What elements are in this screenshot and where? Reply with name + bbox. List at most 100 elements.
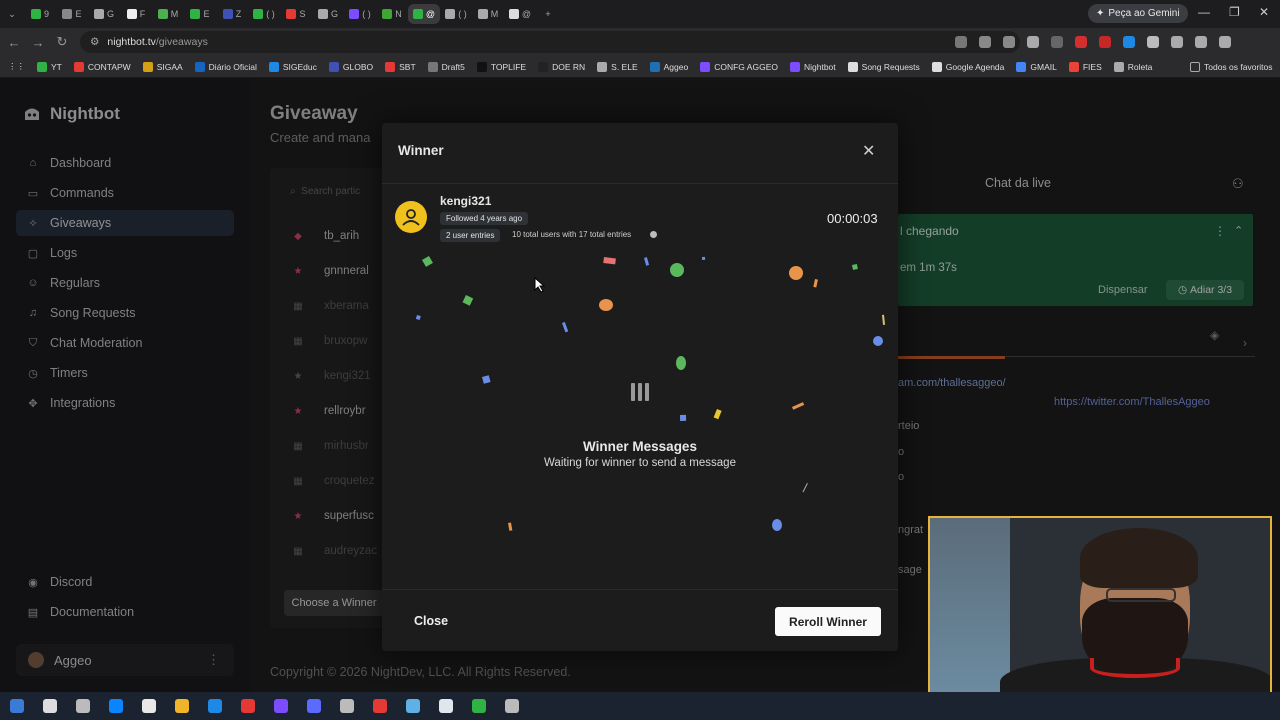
- bookmark-item[interactable]: SIGEduc: [268, 61, 317, 72]
- explorer-icon[interactable]: [165, 692, 198, 720]
- bookmark-item[interactable]: TOPLIFE: [476, 61, 526, 72]
- bookmark-item[interactable]: Google Agenda: [931, 61, 1005, 72]
- store-icon[interactable]: [132, 692, 165, 720]
- gemini-button[interactable]: ✦ Peça ao Gemini: [1088, 4, 1188, 23]
- whatsapp-icon[interactable]: [462, 692, 495, 720]
- reroll-winner-button[interactable]: Reroll Winner: [775, 607, 881, 636]
- winner-timer: 00:00:03: [827, 211, 878, 226]
- chrome-icon[interactable]: [231, 692, 264, 720]
- bookmark-item[interactable]: Aggeo: [649, 61, 688, 72]
- browser-tab[interactable]: G: [88, 4, 120, 24]
- tab-label: G: [330, 9, 338, 19]
- confetti-piece: [813, 279, 818, 288]
- puzzle-icon[interactable]: [1171, 36, 1183, 48]
- bookmark-item[interactable]: DOE RN: [538, 61, 586, 72]
- forward-icon[interactable]: →: [26, 30, 50, 54]
- info-icon[interactable]: [650, 231, 657, 238]
- confetti-piece: [680, 414, 687, 421]
- browser-tab[interactable]: 9: [24, 4, 56, 24]
- address-bar[interactable]: ⚙ nightbot.tv/giveaways: [80, 31, 1020, 53]
- browser-tab[interactable]: ( ): [248, 4, 280, 24]
- bookmark-item[interactable]: SBT: [385, 61, 416, 72]
- tab-label: N: [395, 9, 402, 19]
- tab-search-icon[interactable]: ⌄: [0, 4, 24, 24]
- bookmark-star-icon[interactable]: [1003, 36, 1015, 48]
- chat-icon[interactable]: [1147, 36, 1159, 48]
- bookmark-item[interactable]: YT: [37, 61, 62, 72]
- bookmark-item[interactable]: Roleta: [1113, 61, 1153, 72]
- browser-tab[interactable]: @: [504, 4, 536, 24]
- task-view-icon[interactable]: [66, 692, 99, 720]
- bookmark-item[interactable]: Song Requests: [847, 61, 920, 72]
- browser-tab[interactable]: S: [280, 4, 312, 24]
- bookmark-item[interactable]: Nightbot: [789, 61, 836, 72]
- extension-icon[interactable]: [1123, 36, 1135, 48]
- app-icon[interactable]: [264, 692, 297, 720]
- all-favorites[interactable]: Todos os favoritos: [1190, 61, 1273, 72]
- confetti-piece: [482, 375, 491, 384]
- bookmark-item[interactable]: SIGAA: [142, 61, 183, 72]
- bookmark-item[interactable]: S. ELE: [597, 61, 638, 72]
- browser-tab[interactable]: ( ): [344, 4, 376, 24]
- minimize-icon[interactable]: —: [1198, 5, 1210, 19]
- bookmark-item[interactable]: Diário Oficial: [194, 61, 257, 72]
- back-icon[interactable]: ←: [2, 30, 26, 54]
- window-close-icon[interactable]: ✕: [1259, 5, 1269, 19]
- url-path: /giveaways: [155, 36, 208, 48]
- bookmark-item[interactable]: CONFG AGGEO: [700, 61, 778, 72]
- browser-tab[interactable]: N: [376, 4, 408, 24]
- tab-label: ( ): [362, 9, 371, 19]
- confetti-piece: [702, 256, 706, 260]
- record-icon[interactable]: [1099, 36, 1111, 48]
- browser-tab[interactable]: E: [184, 4, 216, 24]
- browser-tab[interactable]: M: [152, 4, 184, 24]
- close-icon[interactable]: ✕: [862, 141, 875, 161]
- confetti-piece: [508, 522, 513, 531]
- search-icon[interactable]: [33, 692, 66, 720]
- browser-tab[interactable]: G: [312, 4, 344, 24]
- app-icon[interactable]: [495, 692, 528, 720]
- bookmark-icon: [847, 61, 858, 72]
- browser-tab[interactable]: M: [472, 4, 504, 24]
- bookmark-label: GLOBO: [342, 61, 374, 72]
- bookmark-label: DOE RN: [552, 61, 586, 72]
- confetti-piece: [873, 336, 883, 346]
- bookmark-item[interactable]: FIES: [1068, 61, 1102, 72]
- taskbar-glyph-icon: [339, 699, 354, 713]
- volume-icon[interactable]: [1027, 36, 1039, 48]
- queue-icon[interactable]: [1195, 36, 1207, 48]
- edge-icon[interactable]: [99, 692, 132, 720]
- taskbar-glyph-icon: [108, 699, 123, 713]
- record-icon[interactable]: [1075, 36, 1087, 48]
- browser-tab[interactable]: Z: [216, 4, 248, 24]
- bookmark-item[interactable]: CONTAPW: [73, 61, 131, 72]
- app-icon[interactable]: [363, 692, 396, 720]
- bookmark-label: Draft5: [441, 61, 465, 72]
- reload-icon[interactable]: ↻: [50, 30, 74, 54]
- browser-tab[interactable]: F: [120, 4, 152, 24]
- close-button[interactable]: Close: [414, 614, 448, 628]
- translate-icon[interactable]: [955, 36, 967, 48]
- calculator-icon[interactable]: [429, 692, 462, 720]
- app-icon[interactable]: [198, 692, 231, 720]
- bookmark-label: Diário Oficial: [208, 61, 257, 72]
- app-icon[interactable]: [330, 692, 363, 720]
- site-info-icon[interactable]: ⚙: [90, 36, 99, 48]
- maximize-icon[interactable]: ❐: [1229, 5, 1240, 19]
- bookmark-item[interactable]: Draft5: [427, 61, 465, 72]
- browser-tab[interactable]: @: [408, 4, 440, 24]
- extension-icon[interactable]: [1051, 36, 1063, 48]
- browser-tab[interactable]: ( ): [440, 4, 472, 24]
- bookmark-item[interactable]: GMAIL: [1016, 61, 1057, 72]
- zoom-icon[interactable]: [979, 36, 991, 48]
- bookmark-item[interactable]: GLOBO: [328, 61, 374, 72]
- browser-tab[interactable]: Ε: [56, 4, 88, 24]
- bookmark-label: Google Agenda: [945, 61, 1005, 72]
- app-icon[interactable]: [396, 692, 429, 720]
- start-icon[interactable]: [0, 692, 33, 720]
- app-icon[interactable]: [297, 692, 330, 720]
- bookmark-label: Roleta: [1127, 61, 1153, 72]
- apps-icon[interactable]: ⋮⋮: [8, 61, 25, 72]
- new-tab-icon[interactable]: +: [536, 4, 560, 24]
- profile-icon[interactable]: [1219, 36, 1231, 48]
